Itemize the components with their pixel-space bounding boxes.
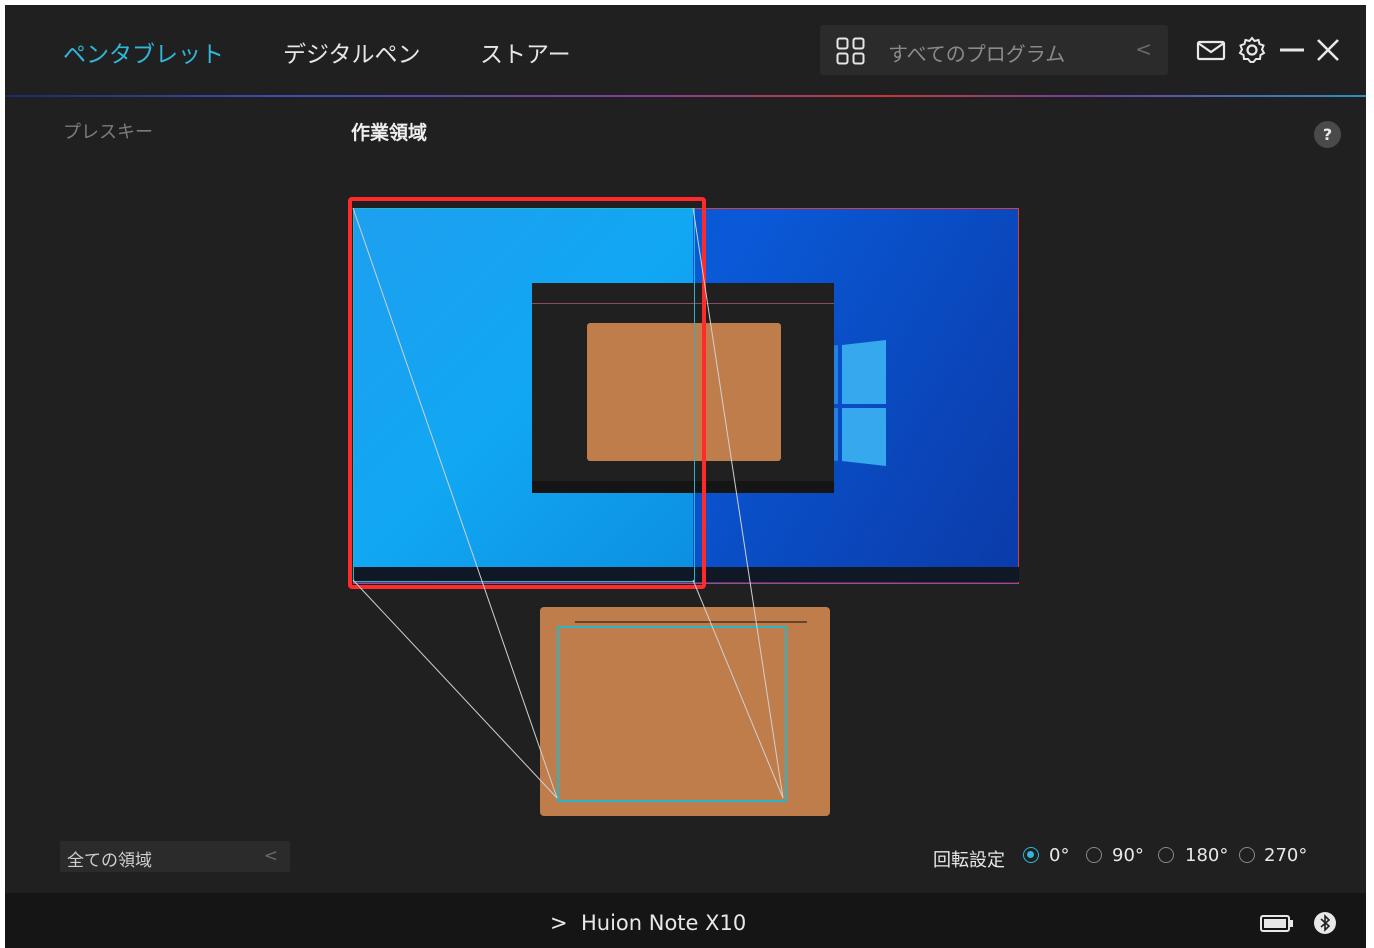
grid-icon [836, 37, 865, 65]
mail-icon[interactable] [1194, 33, 1228, 67]
footer: > Huion Note X10 [5, 893, 1366, 948]
app-window: ペンタブレット デジタルペン ストアー すべてのプログラム < プレスキー 作業… [5, 5, 1366, 948]
tab-digital-pen[interactable]: デジタルペン [283, 35, 421, 69]
close-icon[interactable] [1311, 33, 1345, 67]
rotation-label-180: 180° [1185, 845, 1229, 866]
rotation-label-270: 270° [1264, 845, 1308, 866]
bluetooth-icon[interactable] [1313, 911, 1337, 935]
device-name: Huion Note X10 [580, 911, 747, 935]
chevron-left-icon: < [263, 846, 278, 866]
battery-icon [1260, 915, 1293, 932]
help-button[interactable]: ? [1314, 121, 1341, 148]
sidebar-item-press-keys[interactable]: プレスキー [63, 118, 153, 144]
area-select-value: 全ての領域 [67, 851, 152, 871]
tablet-groove [575, 621, 807, 623]
rotation-label-0: 0° [1049, 845, 1070, 866]
device-selector[interactable]: > Huion Note X10 [550, 911, 746, 935]
rotation-radio-270[interactable] [1239, 847, 1255, 863]
rotation-label-90: 90° [1112, 845, 1144, 866]
header-divider [5, 95, 1366, 97]
tab-store[interactable]: ストアー [480, 35, 571, 69]
screen-selection-frame[interactable] [348, 197, 706, 589]
rotation-label: 回転設定 [933, 850, 1005, 871]
chevron-right-icon: > [550, 911, 568, 935]
program-selector[interactable]: すべてのプログラム < [820, 25, 1168, 75]
rotation-radio-90[interactable] [1086, 847, 1102, 863]
rotation-radio-180[interactable] [1158, 847, 1174, 863]
page-title: 作業領域 [351, 122, 428, 144]
tab-pen-tablet[interactable]: ペンタブレット [63, 35, 224, 69]
minimize-icon[interactable] [1275, 33, 1309, 67]
area-select[interactable]: 全ての領域 < [60, 841, 290, 872]
header: ペンタブレット デジタルペン ストアー すべてのプログラム < [5, 5, 1366, 95]
chevron-left-icon: < [1135, 37, 1152, 61]
rotation-radio-0[interactable] [1023, 847, 1039, 863]
tablet-active-area[interactable] [557, 626, 787, 802]
program-selector-label: すべてのプログラム [888, 42, 1066, 66]
gear-icon[interactable] [1235, 33, 1269, 67]
